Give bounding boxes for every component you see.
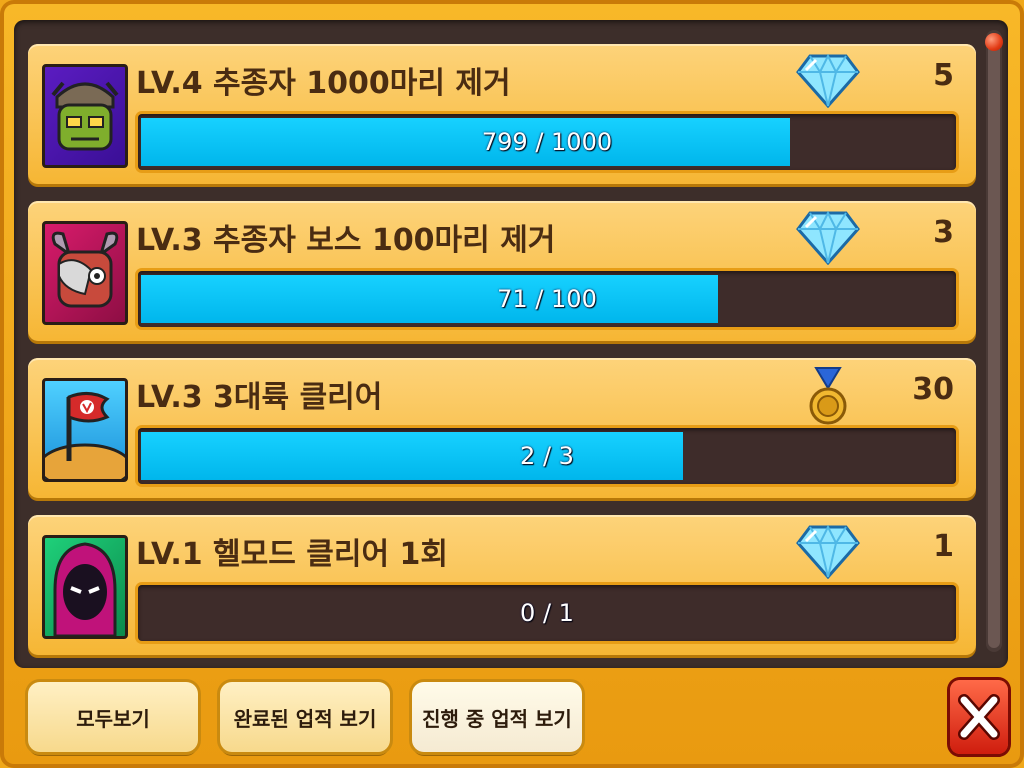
- achievement-title: LV.1 헬모드 클리어 1회: [136, 537, 449, 572]
- progress-text: 0 / 1: [520, 599, 574, 627]
- achievement-row: LV.4 추종자 1000마리 제거 5 799 / 1000: [28, 44, 976, 184]
- scrollbar[interactable]: [986, 30, 1002, 652]
- achievement-row: LV.3 추종자 보스 100마리 제거 3 71 / 100: [28, 201, 976, 341]
- reward-count: 30: [912, 372, 954, 407]
- scroll-indicator: [985, 33, 1003, 51]
- flag-avatar-icon: [42, 378, 128, 482]
- horned-boss-avatar-icon: [42, 221, 128, 325]
- filter-in-progress-button[interactable]: 진행 중 업적 보기: [412, 682, 582, 752]
- reward-count: 1: [933, 529, 954, 564]
- progress-bar: 0 / 1: [138, 585, 956, 641]
- achievement-row: LV.3 3대륙 클리어 30 2 / 3: [28, 358, 976, 498]
- hooded-figure-avatar-icon: [42, 535, 128, 639]
- filter-completed-button[interactable]: 완료된 업적 보기: [220, 682, 390, 752]
- achievement-title: LV.4 추종자 1000마리 제거: [136, 66, 511, 101]
- diamond-icon: [796, 523, 860, 583]
- progress-bar: 2 / 3: [138, 428, 956, 484]
- diamond-icon: [796, 52, 860, 112]
- scrollbar-thumb[interactable]: [988, 34, 1000, 648]
- filter-all-button[interactable]: 모두보기: [28, 682, 198, 752]
- progress-text: 71 / 100: [497, 285, 597, 313]
- reward-count: 5: [933, 58, 954, 93]
- progress-text: 2 / 3: [520, 442, 574, 470]
- progress-text: 799 / 1000: [481, 128, 613, 156]
- close-button[interactable]: [950, 680, 1008, 754]
- reward-count: 3: [933, 215, 954, 250]
- achievement-title: LV.3 추종자 보스 100마리 제거: [136, 223, 556, 258]
- achievement-row: LV.1 헬모드 클리어 1회 1 0 / 1: [28, 515, 976, 655]
- close-icon: [958, 694, 1000, 740]
- achievement-title: LV.3 3대륙 클리어: [136, 380, 383, 415]
- orc-helmet-avatar-icon: [42, 64, 128, 168]
- diamond-icon: [796, 209, 860, 269]
- medal-icon: [806, 366, 850, 434]
- progress-bar: 799 / 1000: [138, 114, 956, 170]
- progress-bar: 71 / 100: [138, 271, 956, 327]
